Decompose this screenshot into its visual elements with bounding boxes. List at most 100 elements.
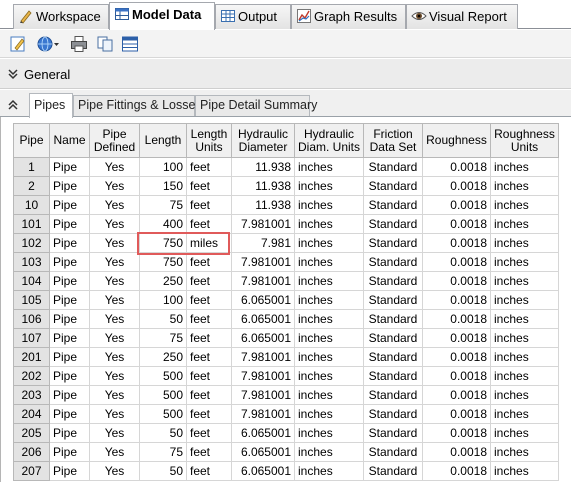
length-cell[interactable]: 50	[139, 309, 187, 329]
friction-data-set-cell[interactable]: Standard	[363, 157, 423, 177]
length-units-cell[interactable]: feet	[186, 271, 232, 291]
hydraulic-diam-units-cell[interactable]: inches	[294, 442, 364, 462]
tab-visual-report[interactable]: Visual Report	[406, 4, 518, 29]
length-units-cell[interactable]: feet	[186, 385, 232, 405]
name-cell[interactable]: Pipe	[49, 404, 90, 424]
tab-model-data[interactable]: Model Data	[109, 2, 215, 30]
roughness-cell[interactable]: 0.0018	[422, 214, 491, 234]
copy-icon[interactable]	[96, 35, 114, 53]
roughness-cell[interactable]: 0.0018	[422, 328, 491, 348]
hydraulic-diameter-cell[interactable]: 7.981001	[231, 385, 295, 405]
friction-data-set-cell[interactable]: Standard	[363, 176, 423, 196]
roughness-cell[interactable]: 0.0018	[422, 233, 491, 253]
name-cell[interactable]: Pipe	[49, 328, 90, 348]
friction-data-set-cell[interactable]: Standard	[363, 252, 423, 272]
column-header[interactable]: Pipe	[13, 123, 50, 158]
table-row[interactable]: 206 Pipe Yes 75 feet 6.065001 inches Standard 0.…	[13, 442, 559, 462]
column-header[interactable]: Roughness	[422, 123, 491, 158]
name-cell[interactable]: Pipe	[49, 252, 90, 272]
roughness-cell[interactable]: 0.0018	[422, 385, 491, 405]
roughness-units-cell[interactable]: inches	[490, 271, 559, 291]
length-units-cell[interactable]: feet	[186, 328, 232, 348]
name-cell[interactable]: Pipe	[49, 461, 90, 481]
hydraulic-diam-units-cell[interactable]: inches	[294, 366, 364, 386]
hydraulic-diam-units-cell[interactable]: inches	[294, 290, 364, 310]
length-cell[interactable]: 500	[139, 404, 187, 424]
friction-data-set-cell[interactable]: Standard	[363, 309, 423, 329]
columns-icon[interactable]	[121, 35, 139, 53]
roughness-units-cell[interactable]: inches	[490, 176, 559, 196]
hydraulic-diam-units-cell[interactable]: inches	[294, 233, 364, 253]
length-units-cell[interactable]: feet	[186, 252, 232, 272]
name-cell[interactable]: Pipe	[49, 423, 90, 443]
friction-data-set-cell[interactable]: Standard	[363, 195, 423, 215]
table-row[interactable]: 1 Pipe Yes 100 feet 11.938 inches Standard 0.001…	[13, 157, 559, 177]
friction-data-set-cell[interactable]: Standard	[363, 233, 423, 253]
hydraulic-diam-units-cell[interactable]: inches	[294, 328, 364, 348]
roughness-units-cell[interactable]: inches	[490, 290, 559, 310]
length-cell[interactable]: 750	[139, 252, 187, 272]
table-row[interactable]: 203 Pipe Yes 500 feet 7.981001 inches Standard 0…	[13, 385, 559, 405]
length-units-cell[interactable]: feet	[186, 157, 232, 177]
tab-graph-results[interactable]: Graph Results	[291, 4, 406, 29]
pipe-id-cell[interactable]: 106	[13, 309, 50, 329]
roughness-units-cell[interactable]: inches	[490, 195, 559, 215]
column-header[interactable]: Friction Data Set	[363, 123, 423, 158]
pipe-defined-cell[interactable]: Yes	[89, 176, 140, 196]
pipe-id-cell[interactable]: 101	[13, 214, 50, 234]
table-row[interactable]: 102 Pipe Yes 750 miles 7.981 inches Standard 0.0…	[13, 233, 559, 253]
friction-data-set-cell[interactable]: Standard	[363, 271, 423, 291]
hydraulic-diam-units-cell[interactable]: inches	[294, 176, 364, 196]
table-row[interactable]: 106 Pipe Yes 50 feet 6.065001 inches Standard 0.…	[13, 309, 559, 329]
roughness-units-cell[interactable]: inches	[490, 252, 559, 272]
pipe-id-cell[interactable]: 206	[13, 442, 50, 462]
roughness-cell[interactable]: 0.0018	[422, 442, 491, 462]
name-cell[interactable]: Pipe	[49, 157, 90, 177]
pipe-id-cell[interactable]: 203	[13, 385, 50, 405]
hydraulic-diameter-cell[interactable]: 7.981001	[231, 271, 295, 291]
roughness-cell[interactable]: 0.0018	[422, 290, 491, 310]
chevron-down-icon[interactable]	[6, 67, 20, 81]
name-cell[interactable]: Pipe	[49, 385, 90, 405]
pipe-defined-cell[interactable]: Yes	[89, 385, 140, 405]
length-units-cell[interactable]: feet	[186, 290, 232, 310]
friction-data-set-cell[interactable]: Standard	[363, 347, 423, 367]
roughness-cell[interactable]: 0.0018	[422, 252, 491, 272]
column-header[interactable]: Hydraulic Diameter	[231, 123, 295, 158]
print-icon[interactable]	[70, 35, 88, 53]
table-row[interactable]: 205 Pipe Yes 50 feet 6.065001 inches Standard 0.…	[13, 423, 559, 443]
length-cell[interactable]: 100	[139, 290, 187, 310]
roughness-cell[interactable]: 0.0018	[422, 347, 491, 367]
length-units-cell[interactable]: feet	[186, 442, 232, 462]
hydraulic-diameter-cell[interactable]: 7.981001	[231, 214, 295, 234]
length-units-cell[interactable]: feet	[186, 404, 232, 424]
pipe-defined-cell[interactable]: Yes	[89, 423, 140, 443]
pipe-id-cell[interactable]: 107	[13, 328, 50, 348]
pipe-defined-cell[interactable]: Yes	[89, 328, 140, 348]
roughness-cell[interactable]: 0.0018	[422, 195, 491, 215]
column-header[interactable]: Roughness Units	[490, 123, 559, 158]
hydraulic-diameter-cell[interactable]: 6.065001	[231, 290, 295, 310]
pipe-id-cell[interactable]: 102	[13, 233, 50, 253]
length-units-cell[interactable]: feet	[186, 176, 232, 196]
table-row[interactable]: 103 Pipe Yes 750 feet 7.981001 inches Standard 0…	[13, 252, 559, 272]
hydraulic-diameter-cell[interactable]: 6.065001	[231, 442, 295, 462]
pipe-id-cell[interactable]: 1	[13, 157, 50, 177]
length-cell[interactable]: 250	[139, 347, 187, 367]
tab-output[interactable]: Output	[215, 4, 291, 29]
pipe-defined-cell[interactable]: Yes	[89, 404, 140, 424]
name-cell[interactable]: Pipe	[49, 442, 90, 462]
pipe-id-cell[interactable]: 103	[13, 252, 50, 272]
table-row[interactable]: 201 Pipe Yes 250 feet 7.981001 inches Standard 0…	[13, 347, 559, 367]
pipe-defined-cell[interactable]: Yes	[89, 271, 140, 291]
length-cell[interactable]: 750	[139, 233, 187, 253]
column-header[interactable]: Pipe Defined	[89, 123, 140, 158]
friction-data-set-cell[interactable]: Standard	[363, 404, 423, 424]
name-cell[interactable]: Pipe	[49, 290, 90, 310]
hydraulic-diam-units-cell[interactable]: inches	[294, 385, 364, 405]
length-units-cell[interactable]: feet	[186, 366, 232, 386]
hydraulic-diam-units-cell[interactable]: inches	[294, 271, 364, 291]
hydraulic-diameter-cell[interactable]: 11.938	[231, 157, 295, 177]
length-units-cell[interactable]: feet	[186, 309, 232, 329]
length-cell[interactable]: 75	[139, 442, 187, 462]
